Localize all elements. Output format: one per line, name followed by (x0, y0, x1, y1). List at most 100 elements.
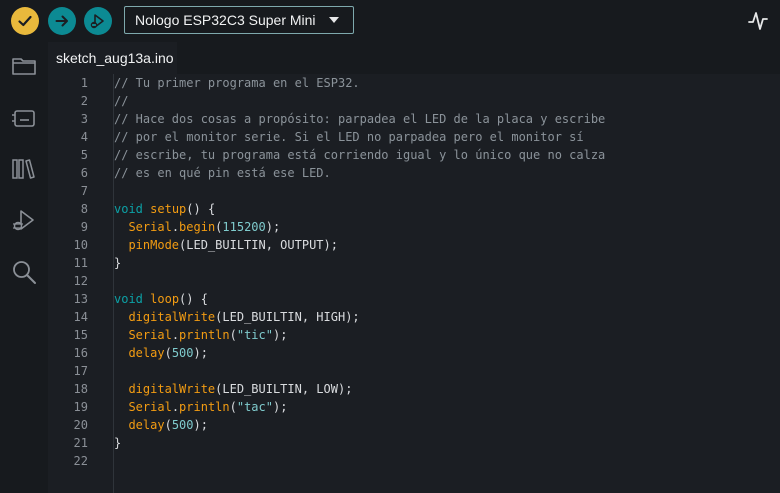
code-line: 18 digitalWrite(LED_BUILTIN, LOW); (48, 380, 768, 398)
line-number: 18 (73, 382, 88, 396)
code-line: 12 (48, 272, 768, 290)
code-token: void (114, 292, 143, 306)
code-token: ); (193, 346, 208, 360)
code-token: digitalWrite (128, 382, 216, 396)
code-text: void setup() { (114, 200, 215, 218)
line-number: 9 (80, 220, 88, 234)
debug-play-icon (90, 14, 104, 29)
code-token: Serial (128, 400, 172, 414)
code-line: 13 void loop() { (48, 290, 768, 308)
code-text: } (114, 254, 121, 272)
line-number: 12 (73, 274, 88, 288)
folder-icon[interactable] (10, 52, 38, 80)
line-number: 5 (80, 148, 88, 162)
code-text: digitalWrite(LED_BUILTIN, LOW); (114, 380, 352, 398)
code-text: Serial.println("tac"); (114, 398, 287, 416)
code-token: // Tu primer programa en el ESP32. (114, 76, 360, 90)
code-line: 17 (48, 362, 768, 380)
code-editor[interactable]: 1 // Tu primer programa en el ESP32. 2 // 3 /… (48, 74, 780, 493)
code-token: delay (128, 346, 165, 360)
code-token: // Hace dos cosas a propósito: parpadea … (114, 112, 606, 126)
code-line: 16 delay(500); (48, 344, 768, 362)
top-toolbar: Nologo ESP32C3 Super Mini (0, 0, 780, 42)
code-token: (LED_BUILTIN, OUTPUT); (179, 238, 338, 252)
code-token: ( (229, 328, 237, 342)
code-token: // escribe, tu programa está corriendo i… (114, 148, 606, 162)
code-token: ); (272, 328, 288, 342)
code-token: ); (193, 418, 208, 432)
code-line: 10 pinMode(LED_BUILTIN, OUTPUT); (48, 236, 768, 254)
pulse-icon[interactable] (748, 10, 768, 32)
code-text: // por el monitor serie. Si el LED no pa… (114, 128, 584, 146)
code-text: Serial.begin(115200); (114, 218, 280, 236)
code-token: delay (128, 418, 165, 432)
verify-button[interactable] (11, 7, 39, 35)
code-token: . (171, 220, 180, 234)
code-text: // Tu primer programa en el ESP32. (114, 74, 360, 92)
code-token: () { (186, 202, 216, 216)
code-line: 14 digitalWrite(LED_BUILTIN, HIGH); (48, 308, 768, 326)
code-text: delay(500); (114, 344, 208, 362)
code-token: 115200 (222, 220, 266, 234)
code-token: println (179, 328, 230, 342)
code-token: void (114, 202, 143, 216)
line-number: 8 (80, 202, 88, 216)
code-text: Serial.println("tic"); (114, 326, 287, 344)
code-token: } (114, 436, 122, 450)
library-icon[interactable] (10, 155, 38, 183)
code-token: loop (150, 292, 180, 306)
upload-button[interactable] (48, 7, 76, 35)
board-manager-icon[interactable] (10, 104, 38, 132)
line-number: 3 (80, 112, 88, 126)
code-token: } (114, 256, 122, 270)
code-text: } (114, 434, 121, 452)
code-line: 2 // (48, 92, 768, 110)
code-text: // Hace dos cosas a propósito: parpadea … (114, 110, 605, 128)
code-token: (LED_BUILTIN, HIGH); (215, 310, 360, 324)
code-token: (LED_BUILTIN, LOW); (215, 382, 353, 396)
board-selector[interactable]: Nologo ESP32C3 Super Mini (124, 6, 354, 34)
chevron-down-icon (329, 17, 339, 23)
debug-button[interactable] (84, 7, 112, 35)
code-text: // (114, 92, 128, 110)
code-token: ( (229, 400, 237, 414)
board-selector-label: Nologo ESP32C3 Super Mini (135, 12, 316, 28)
code-token: . (171, 328, 180, 342)
code-token: println (179, 400, 230, 414)
code-line: 20 delay(500); (48, 416, 768, 434)
code-token: setup (150, 202, 187, 216)
code-token: digitalWrite (128, 310, 216, 324)
tab-bar: sketch_aug13a.ino (48, 42, 780, 74)
line-number: 13 (73, 292, 88, 306)
code-token: ( (164, 418, 172, 432)
code-token: () { (179, 292, 208, 306)
line-number: 2 (80, 94, 88, 108)
code-line: 1 // Tu primer programa en el ESP32. (48, 74, 768, 92)
code-token: "tac" (236, 400, 273, 414)
code-line: 4 // por el monitor serie. Si el LED no p… (48, 128, 768, 146)
code-token: pinMode (128, 238, 180, 252)
debug-icon[interactable] (10, 207, 38, 235)
line-number: 14 (73, 310, 88, 324)
line-number: 7 (80, 184, 88, 198)
line-number: 11 (73, 256, 88, 270)
search-icon[interactable] (10, 258, 38, 286)
line-number: 16 (73, 346, 88, 360)
line-number: 10 (73, 238, 88, 252)
code-line: 22 (48, 452, 768, 470)
code-token: "tic" (236, 328, 273, 342)
left-sidebar (0, 42, 48, 493)
code-line: 11} (48, 254, 768, 272)
line-number: 15 (73, 328, 88, 342)
code-line: 8 void setup() { (48, 200, 768, 218)
tab-sketch-file[interactable]: sketch_aug13a.ino (48, 42, 177, 74)
code-token: ); (272, 400, 288, 414)
code-line: 7 (48, 182, 768, 200)
